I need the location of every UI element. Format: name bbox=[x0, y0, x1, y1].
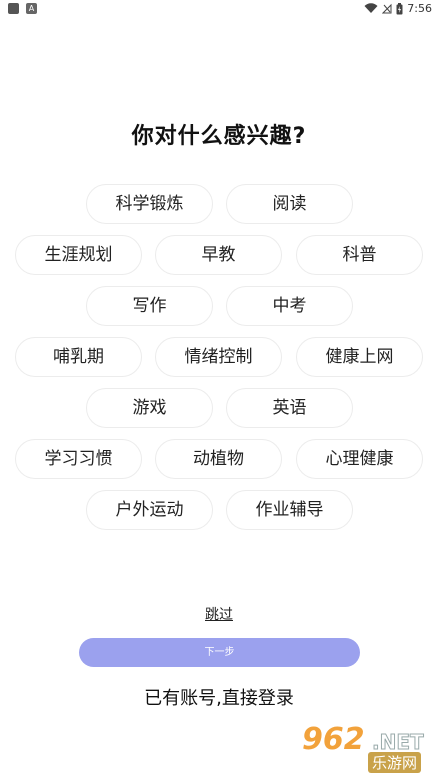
interest-chip[interactable]: 科学锻炼 bbox=[86, 184, 213, 224]
page-title: 你对什么感兴趣? bbox=[131, 124, 307, 149]
notification-icon bbox=[8, 3, 19, 14]
interest-chip[interactable]: 情绪控制 bbox=[155, 337, 282, 377]
no-signal-icon bbox=[382, 3, 392, 14]
battery-charging-icon bbox=[396, 2, 403, 14]
site-watermark: 962 .NET 乐游网 bbox=[302, 722, 432, 773]
login-link[interactable]: 已有账号,直接登录 bbox=[0, 684, 438, 710]
skip-link[interactable]: 跳过 bbox=[0, 604, 438, 624]
interest-chip[interactable]: 英语 bbox=[226, 388, 353, 428]
next-step-button[interactable]: 下一步 bbox=[79, 638, 360, 667]
interest-chip[interactable]: 户外运动 bbox=[86, 490, 213, 530]
interest-chip[interactable]: 科普 bbox=[296, 235, 423, 275]
app-a-icon: A bbox=[26, 3, 37, 14]
status-right: 7:56 bbox=[364, 2, 432, 15]
interest-chip[interactable]: 中考 bbox=[226, 286, 353, 326]
watermark-subtitle: 乐游网 bbox=[368, 752, 422, 773]
wifi-icon bbox=[364, 3, 378, 14]
watermark-domain: .NET bbox=[372, 730, 425, 755]
status-bar: A 7:56 bbox=[0, 0, 438, 18]
interest-chip[interactable]: 游戏 bbox=[86, 388, 213, 428]
interest-chip[interactable]: 心理健康 bbox=[296, 439, 423, 479]
interest-chip[interactable]: 写作 bbox=[86, 286, 213, 326]
interest-chip[interactable]: 健康上网 bbox=[296, 337, 423, 377]
clock: 7:56 bbox=[407, 2, 432, 15]
watermark-number: 962 bbox=[302, 722, 365, 757]
interest-chip[interactable]: 学习习惯 bbox=[15, 439, 142, 479]
interest-chip[interactable]: 动植物 bbox=[155, 439, 282, 479]
interest-selection-screen: A 7:56 你对什么感兴趣? 科学锻炼 阅读 生涯规划 早教 科普 写作 中考… bbox=[0, 0, 438, 778]
interest-chip[interactable]: 早教 bbox=[155, 235, 282, 275]
interest-chip[interactable]: 哺乳期 bbox=[15, 337, 142, 377]
interest-chip[interactable]: 作业辅导 bbox=[226, 490, 353, 530]
interest-chip[interactable]: 阅读 bbox=[226, 184, 353, 224]
interest-chip[interactable]: 生涯规划 bbox=[15, 235, 142, 275]
